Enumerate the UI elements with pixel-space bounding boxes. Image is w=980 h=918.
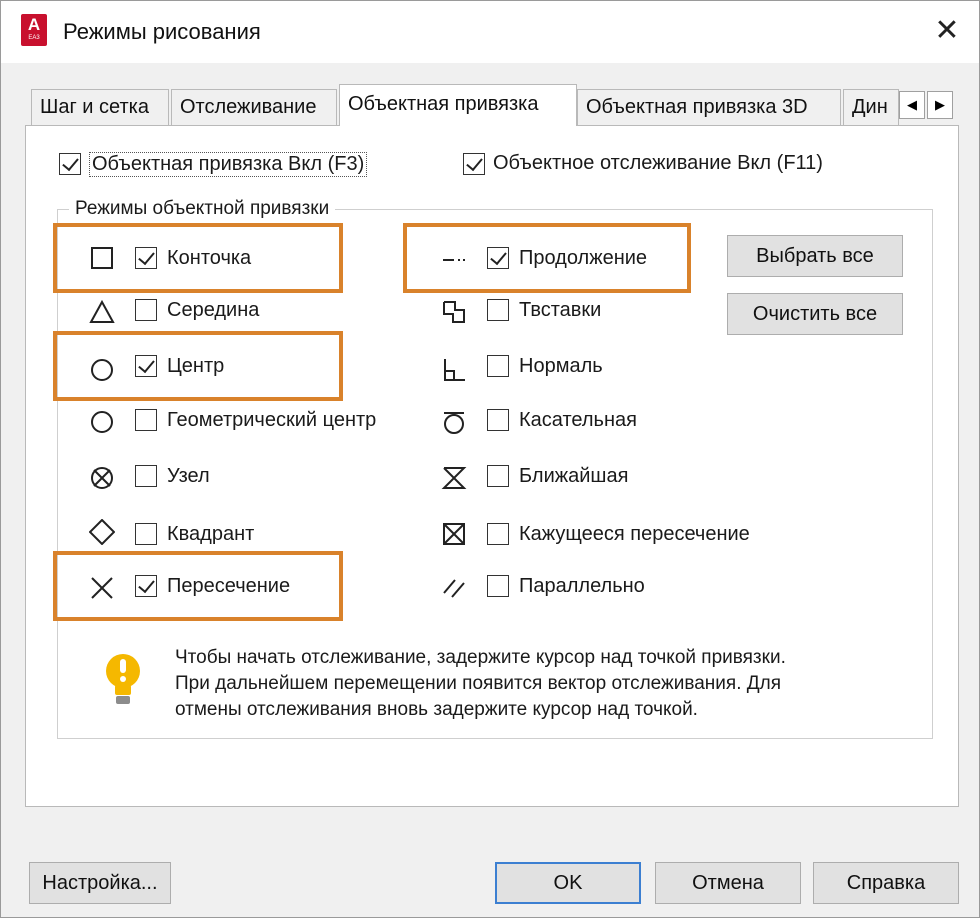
extension-icon	[443, 259, 465, 261]
apparent-intersection-checkbox[interactable]	[487, 523, 509, 545]
extension-label[interactable]: Продолжение	[519, 247, 647, 270]
node-label[interactable]: Узел	[167, 465, 210, 488]
tab-polar-tracking[interactable]: Отслеживание	[171, 89, 337, 126]
node-checkbox[interactable]	[135, 465, 157, 487]
quadrant-label[interactable]: Квадрант	[167, 523, 254, 546]
hint-line: Чтобы начать отслеживание, задержите кур…	[175, 647, 786, 668]
window-title: Режимы рисования	[63, 19, 261, 44]
endpoint-checkbox[interactable]	[135, 247, 157, 269]
ok-button[interactable]: OK	[495, 862, 641, 904]
autocad-app-icon: A EA3	[21, 14, 47, 46]
cancel-button[interactable]: Отмена	[655, 862, 801, 904]
insertion-label[interactable]: Твставки	[519, 299, 601, 322]
hourglass-icon	[441, 467, 467, 489]
tab-scroll-left-icon[interactable]: ◀	[899, 91, 925, 119]
lightbulb-icon	[106, 654, 140, 704]
geometric-center-checkbox[interactable]	[135, 409, 157, 431]
perpendicular-label[interactable]: Нормаль	[519, 355, 603, 378]
drafting-settings-dialog: A EA3 Режимы рисования ✕ Шаг и сетка Отс…	[0, 0, 980, 918]
insert-icon	[443, 301, 465, 323]
osnap-on-label[interactable]: Объектная привязка Вкл (F3)	[89, 152, 368, 177]
midpoint-label[interactable]: Середина	[167, 299, 259, 322]
tab-object-snap[interactable]: Объектная привязка	[339, 84, 577, 126]
select-all-button[interactable]: Выбрать все	[727, 235, 903, 277]
parallel-icon	[443, 579, 465, 598]
tangent-label[interactable]: Касательная	[519, 409, 637, 432]
center-label[interactable]: Центр	[167, 355, 224, 378]
geometric-center-label[interactable]: Геометрический центр	[167, 409, 376, 432]
tab-scroll-right-icon[interactable]: ▶	[927, 91, 953, 119]
intersection-label[interactable]: Пересечение	[167, 575, 290, 598]
parallel-label[interactable]: Параллельно	[519, 575, 645, 598]
center-checkbox[interactable]	[135, 355, 157, 377]
extension-checkbox[interactable]	[487, 247, 509, 269]
otrack-on-checkbox[interactable]	[463, 153, 485, 175]
node-icon	[91, 467, 113, 489]
options-button[interactable]: Настройка...	[29, 862, 171, 904]
x-icon	[91, 577, 113, 599]
endpoint-label[interactable]: Конточка	[167, 247, 251, 270]
boxed-x-icon	[443, 523, 465, 545]
tangent-icon	[444, 412, 464, 434]
apparent-intersection-label[interactable]: Кажущееся пересечение	[519, 523, 750, 546]
otrack-on-label[interactable]: Объектное отслеживание Вкл (F11)	[493, 152, 823, 175]
midpoint-checkbox[interactable]	[135, 299, 157, 321]
parallel-checkbox[interactable]	[487, 575, 509, 597]
nearest-checkbox[interactable]	[487, 465, 509, 487]
nearest-label[interactable]: Ближайшая	[519, 465, 628, 488]
close-icon[interactable]: ✕	[921, 9, 973, 55]
tangent-checkbox[interactable]	[487, 409, 509, 431]
osnap-on-checkbox[interactable]	[59, 153, 81, 175]
quadrant-checkbox[interactable]	[135, 523, 157, 545]
triangle-icon	[89, 299, 115, 323]
hint-line: При дальнейшем перемещении появится вект…	[175, 673, 782, 694]
circle-icon	[91, 359, 113, 381]
square-icon	[91, 247, 113, 269]
geometric-center-icon	[91, 411, 113, 433]
title-bar: A EA3 Режимы рисования ✕	[1, 1, 979, 63]
intersection-checkbox[interactable]	[135, 575, 157, 597]
tab-dynamic-input[interactable]: Дин	[843, 89, 899, 126]
tab-snap-grid[interactable]: Шаг и сетка	[31, 89, 169, 126]
perpendicular-icon	[444, 359, 465, 381]
tab-3d-object-snap[interactable]: Объектная привязка 3D	[577, 89, 841, 126]
diamond-icon	[89, 519, 115, 545]
clear-all-button[interactable]: Очистить все	[727, 293, 903, 335]
hint-line: отмены отслеживания вновь задержите курс…	[175, 699, 698, 720]
help-button[interactable]: Справка	[813, 862, 959, 904]
perpendicular-checkbox[interactable]	[487, 355, 509, 377]
snap-modes-group-title: Режимы объектной привязки	[69, 198, 336, 220]
insertion-checkbox[interactable]	[487, 299, 509, 321]
tracking-hint: Чтобы начать отслеживание, задержите кур…	[175, 645, 915, 723]
